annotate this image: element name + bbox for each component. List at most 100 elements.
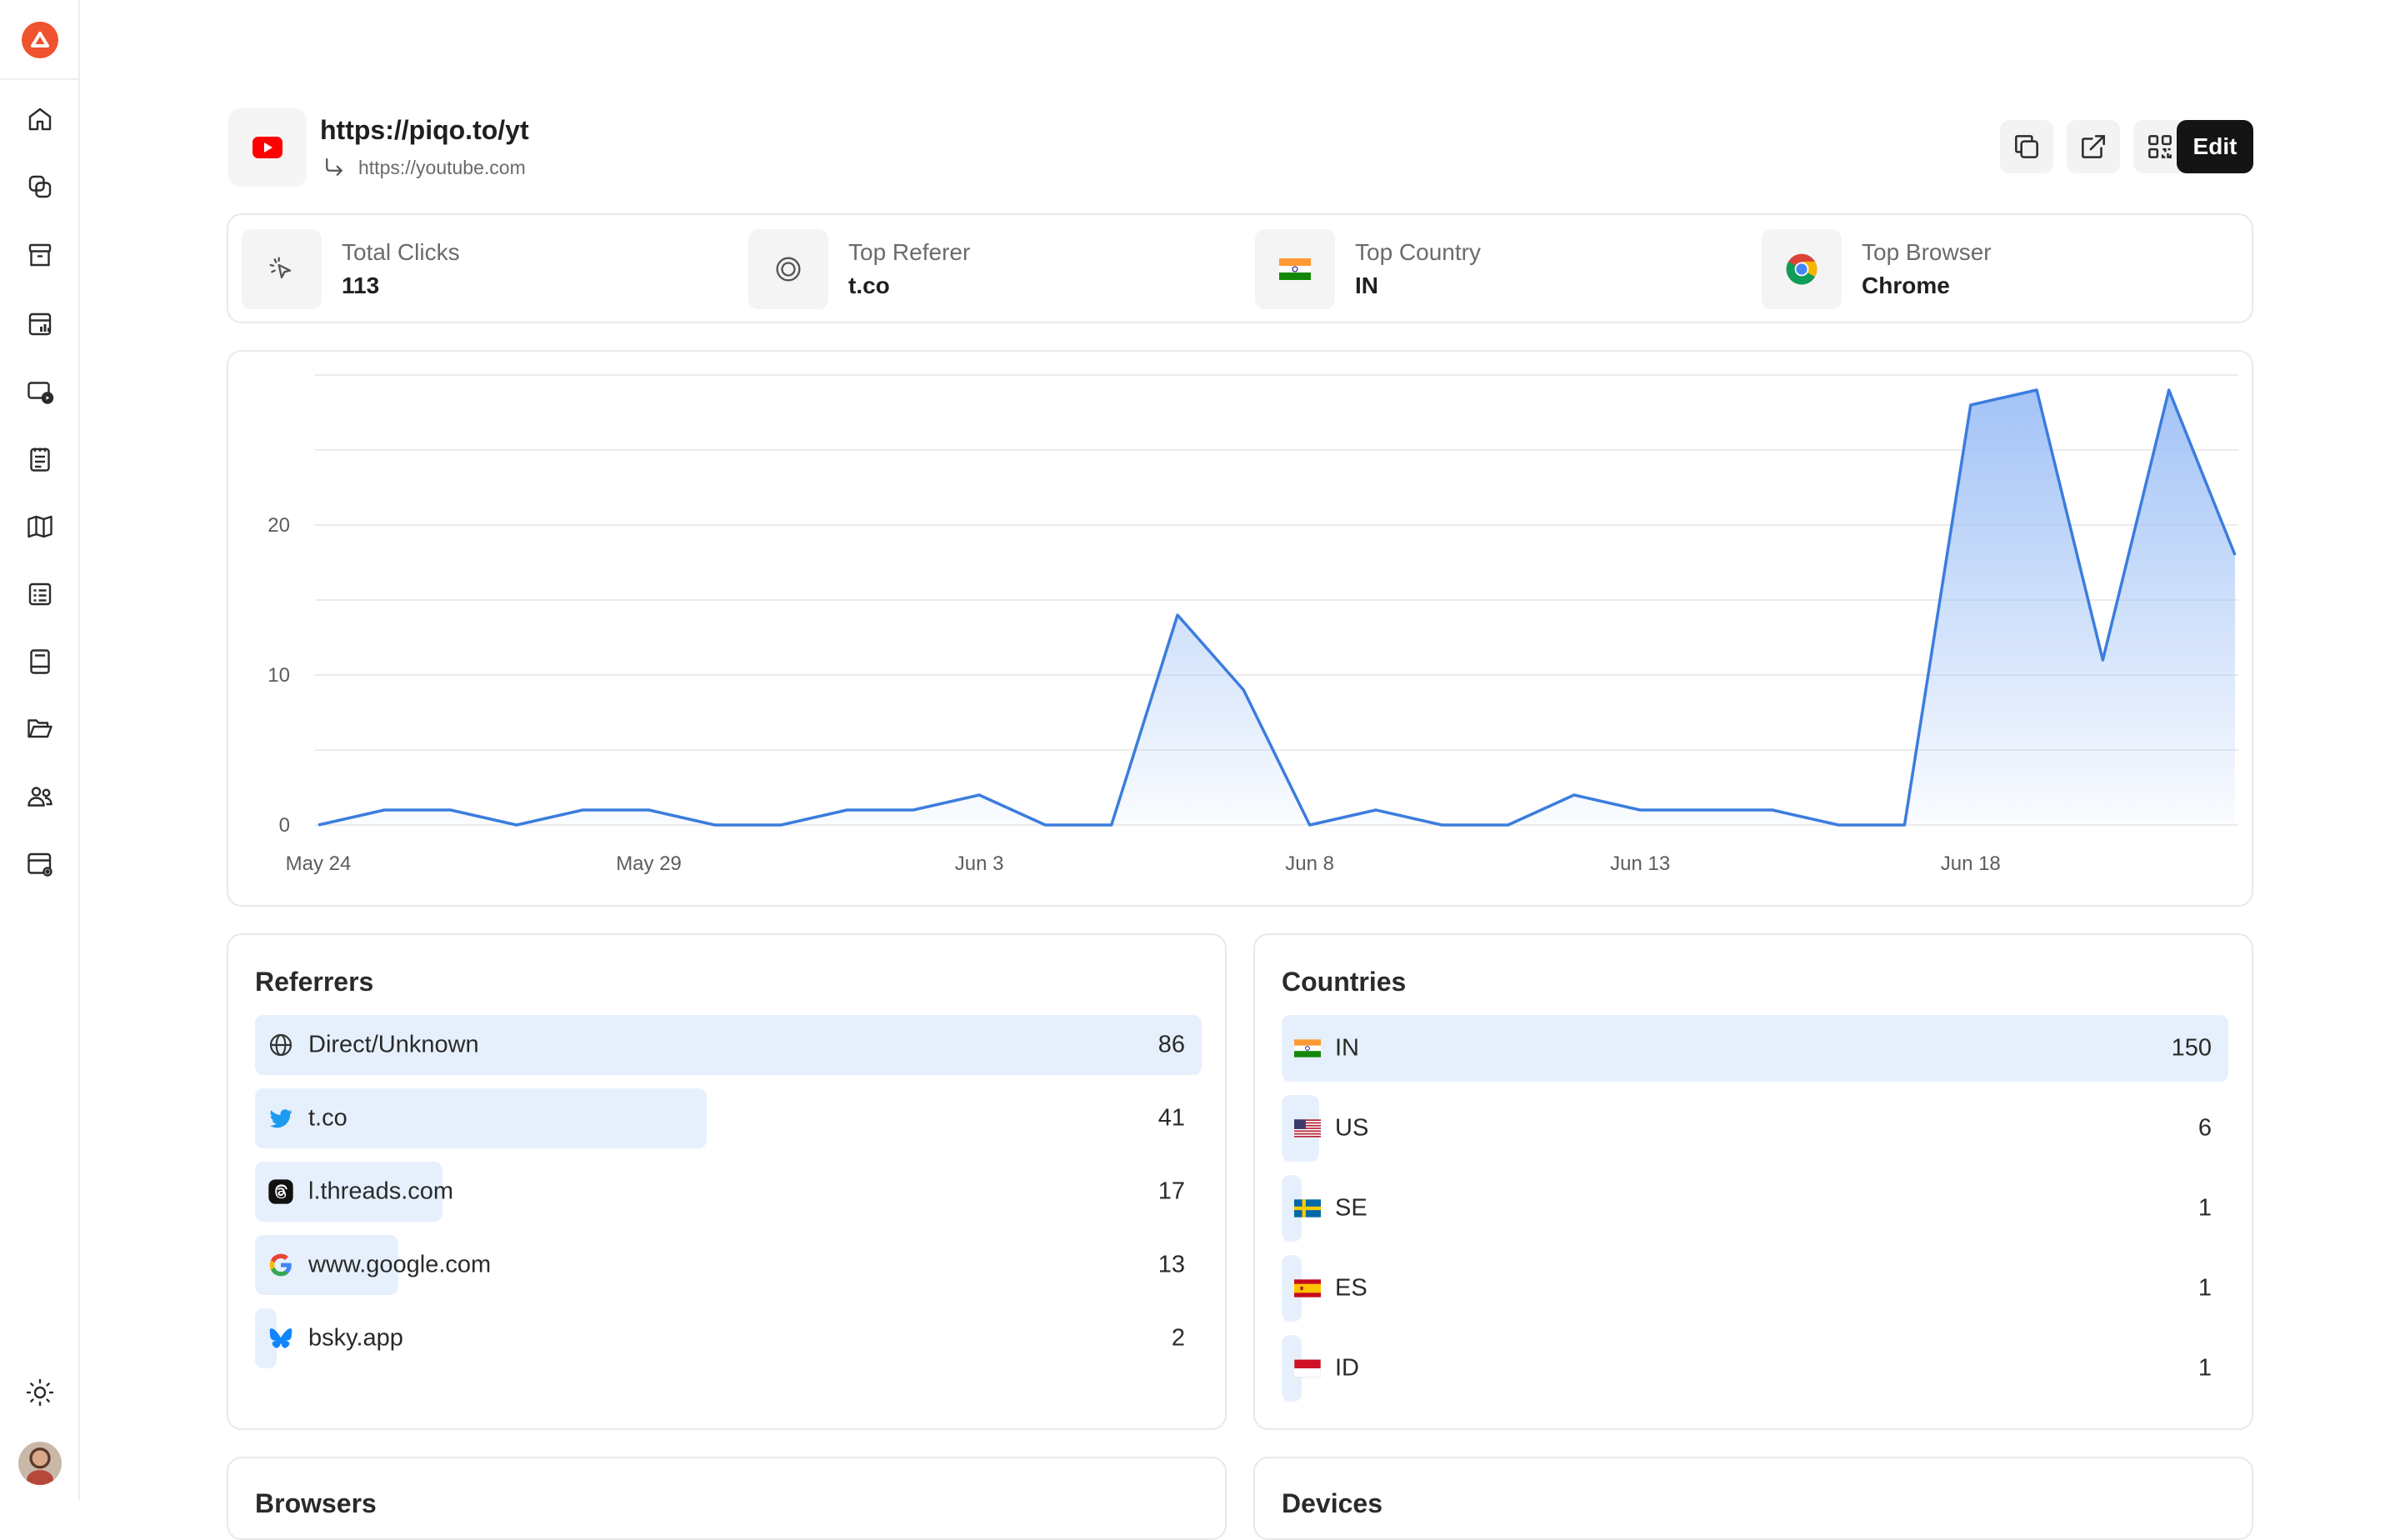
list-item[interactable]: t.co41 bbox=[255, 1088, 1198, 1148]
flag-in-icon bbox=[1293, 1034, 1322, 1062]
map-icon bbox=[25, 512, 55, 542]
row-label: ES bbox=[1335, 1275, 1368, 1302]
sidebar bbox=[0, 0, 80, 1500]
x-tick-label: Jun 18 bbox=[1941, 852, 2001, 875]
y-tick-label: 10 bbox=[268, 664, 290, 687]
flag-us-icon bbox=[1293, 1114, 1322, 1142]
copy-button[interactable] bbox=[2000, 120, 2053, 173]
stat-top-country: Top Country IN bbox=[1255, 228, 1481, 310]
flag-in-icon bbox=[1279, 258, 1311, 280]
sidebar-item-settings[interactable] bbox=[20, 844, 60, 884]
sidebar-item-map[interactable] bbox=[20, 507, 60, 547]
short-url[interactable]: https://piqo.to/yt bbox=[320, 115, 529, 146]
home-icon bbox=[25, 104, 55, 134]
stat-top-browser: Top Browser Chrome bbox=[1762, 228, 1992, 310]
users-icon bbox=[25, 782, 55, 812]
row-count: 1 bbox=[2198, 1275, 2212, 1302]
row-label: www.google.com bbox=[308, 1252, 491, 1279]
sidebar-item-archive[interactable] bbox=[20, 235, 60, 275]
card-title: Referrers bbox=[255, 967, 373, 998]
sidebar-item-analytics[interactable] bbox=[20, 304, 60, 344]
app-logo[interactable] bbox=[22, 22, 58, 58]
stat-icon-box bbox=[748, 229, 828, 309]
sidebar-item-team[interactable] bbox=[20, 777, 60, 817]
stats-bar: Total Clicks 113 Top Referer t.co Top Co… bbox=[227, 213, 2253, 323]
logo-icon bbox=[29, 29, 51, 51]
devices-card: Devices bbox=[1253, 1457, 2253, 1540]
list-item[interactable]: ES 1 bbox=[1282, 1255, 2225, 1322]
card-title: Countries bbox=[1282, 967, 1406, 998]
row-label: ID bbox=[1335, 1355, 1359, 1382]
user-avatar[interactable] bbox=[18, 1442, 62, 1485]
form-icon bbox=[25, 579, 55, 609]
media-icon bbox=[25, 377, 55, 407]
browsers-card: Browsers bbox=[227, 1457, 1227, 1540]
stat-value: Chrome bbox=[1862, 272, 1992, 299]
row-count: 150 bbox=[2172, 1035, 2212, 1062]
sidebar-item-forms[interactable] bbox=[20, 574, 60, 614]
row-count: 17 bbox=[1158, 1178, 1185, 1206]
sidebar-item-media[interactable] bbox=[20, 372, 60, 412]
row-label: bsky.app bbox=[308, 1325, 403, 1352]
list-item[interactable]: www.google.com 13 bbox=[255, 1235, 1198, 1295]
x-tick-label: Jun 3 bbox=[955, 852, 1004, 875]
clicks-chart: 01020May 24May 29Jun 3Jun 8Jun 13Jun 18 bbox=[227, 350, 2253, 907]
stat-value: 113 bbox=[342, 272, 460, 299]
row-progress-bar bbox=[1282, 1015, 2228, 1082]
list-item[interactable]: US6 bbox=[1282, 1095, 2225, 1162]
sun-icon bbox=[25, 1378, 55, 1408]
cursor-click-icon bbox=[265, 252, 298, 286]
sidebar-divider bbox=[0, 78, 78, 80]
card-title: Browsers bbox=[255, 1488, 377, 1519]
stat-icon-box bbox=[1762, 229, 1842, 309]
row-count: 2 bbox=[1172, 1325, 1185, 1352]
google-icon bbox=[267, 1251, 295, 1279]
theme-toggle[interactable] bbox=[20, 1372, 60, 1412]
row-count: 6 bbox=[2198, 1115, 2212, 1142]
stat-total-clicks: Total Clicks 113 bbox=[242, 228, 460, 310]
redirect-arrow-icon bbox=[322, 155, 347, 180]
stat-label: Top Referer bbox=[848, 239, 970, 266]
qr-code-icon bbox=[2144, 131, 2176, 162]
destination-row: https://youtube.com bbox=[322, 155, 526, 180]
list-item[interactable]: SE1 bbox=[1282, 1175, 2225, 1242]
row-count: 86 bbox=[1158, 1032, 1185, 1059]
row-count: 1 bbox=[2198, 1355, 2212, 1382]
destination-url[interactable]: https://youtube.com bbox=[358, 157, 526, 179]
stat-label: Top Country bbox=[1355, 239, 1481, 266]
stat-top-referer: Top Referer t.co bbox=[748, 228, 970, 310]
open-link-button[interactable] bbox=[2067, 120, 2120, 173]
sidebar-item-folders[interactable] bbox=[20, 709, 60, 749]
row-label: IN bbox=[1335, 1035, 1359, 1062]
flag-se-icon bbox=[1293, 1194, 1322, 1222]
chrome-icon bbox=[1783, 251, 1820, 288]
external-link-icon bbox=[2078, 131, 2109, 162]
sidebar-item-notes[interactable] bbox=[20, 439, 60, 479]
list-item[interactable]: Direct/Unknown86 bbox=[255, 1015, 1198, 1075]
row-count: 1 bbox=[2198, 1195, 2212, 1222]
twitter-icon bbox=[267, 1104, 295, 1132]
row-count: 41 bbox=[1158, 1105, 1185, 1132]
sidebar-item-links[interactable] bbox=[20, 167, 60, 207]
stat-value: IN bbox=[1355, 272, 1481, 299]
x-tick-label: May 29 bbox=[616, 852, 682, 875]
sidebar-item-home[interactable] bbox=[20, 99, 60, 139]
list-item[interactable]: l.threads.com17 bbox=[255, 1162, 1198, 1222]
referrers-card: Referrers Direct/Unknown86 t.co41 l.thread… bbox=[227, 933, 1227, 1430]
x-tick-label: Jun 8 bbox=[1285, 852, 1334, 875]
sidebar-item-pages[interactable] bbox=[20, 642, 60, 682]
analytics-icon bbox=[25, 309, 55, 339]
stat-label: Top Browser bbox=[1862, 239, 1992, 266]
youtube-icon bbox=[252, 137, 282, 158]
row-count: 13 bbox=[1158, 1252, 1185, 1279]
y-tick-label: 20 bbox=[268, 514, 290, 537]
list-item[interactable]: IN 150 bbox=[1282, 1015, 2225, 1082]
edit-button[interactable]: Edit bbox=[2177, 120, 2253, 173]
copy-icon bbox=[2011, 131, 2042, 162]
stat-value: t.co bbox=[848, 272, 970, 299]
list-item[interactable]: ID 1 bbox=[1282, 1335, 2225, 1402]
globe-icon bbox=[267, 1031, 295, 1059]
x-tick-label: Jun 13 bbox=[1610, 852, 1670, 875]
list-item[interactable]: bsky.app 2 bbox=[255, 1308, 1198, 1368]
flag-es-icon bbox=[1293, 1274, 1322, 1302]
